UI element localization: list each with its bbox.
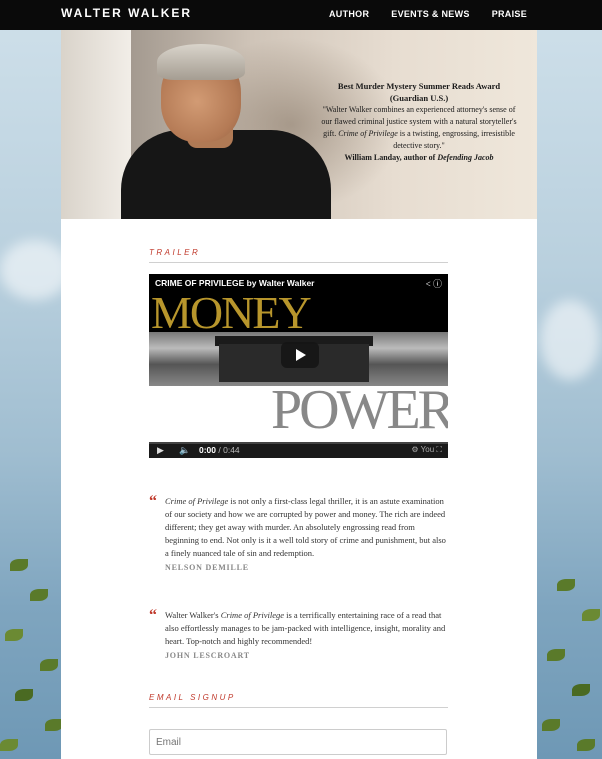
hero-quote-text: "Walter Walker combines an experienced a… [321,105,517,150]
hero-banner: Best Murder Mystery Summer Reads Award (… [61,30,537,219]
video-word-power: POWER [271,379,448,441]
trailer-video-player[interactable]: CRIME OF PRIVILEGE by Walter Walker < ⓘ … [149,274,448,458]
site-logo[interactable]: WALTER WALKER [61,6,192,20]
nav-author[interactable]: AUTHOR [329,9,369,19]
award-title: Best Murder Mystery Summer Reads Award (… [337,81,501,103]
share-info-icons[interactable]: < ⓘ [426,277,442,290]
testimonial-demille: “ Crime of Privilege is not only a first… [149,493,448,572]
video-time: 0:00 / 0:44 [199,445,240,455]
main-nav: AUTHOR EVENTS & NEWS PRAISE [329,9,527,19]
quote-mark-icon: “ [149,607,157,624]
play-icon[interactable] [281,342,319,368]
quote-mark-icon: “ [149,493,157,510]
testimonial-author: JOHN LESCROART [165,651,250,660]
content-panel: TRAILER CRIME OF PRIVILEGE by Walter Wal… [61,219,537,759]
video-progress-bar[interactable] [149,442,448,444]
email-signup-heading: EMAIL SIGNUP [149,693,236,702]
nav-events-news[interactable]: EVENTS & NEWS [391,9,469,19]
divider [149,707,448,708]
email-input[interactable] [149,729,447,755]
testimonial-author: NELSON DEMILLE [165,563,249,572]
volume-icon[interactable]: 🔈 [179,445,190,456]
hero-quote-attribution: William Landay, author of Defending Jaco… [344,153,494,162]
testimonial-lescroart: “ Walter Walker's Crime of Privilege is … [149,607,448,660]
background-cloud [0,240,70,300]
play-small-icon[interactable]: ▶ [157,445,164,456]
settings-fullscreen-icons[interactable]: ⚙ You ⛶ [411,445,442,455]
divider [149,262,448,263]
video-word-money: MONEY [151,287,312,338]
top-navigation-bar: WALTER WALKER AUTHOR EVENTS & NEWS PRAIS… [0,0,602,30]
background-cloud [540,300,600,380]
background-foliage-left [0,519,70,759]
video-controls: ▶ 🔈 0:00 / 0:44 ⚙ You ⛶ [149,442,448,458]
trailer-heading: TRAILER [149,248,201,257]
nav-praise[interactable]: PRAISE [492,9,527,19]
background-foliage-right [537,519,602,759]
hero-quote: Best Murder Mystery Summer Reads Award (… [319,80,519,164]
